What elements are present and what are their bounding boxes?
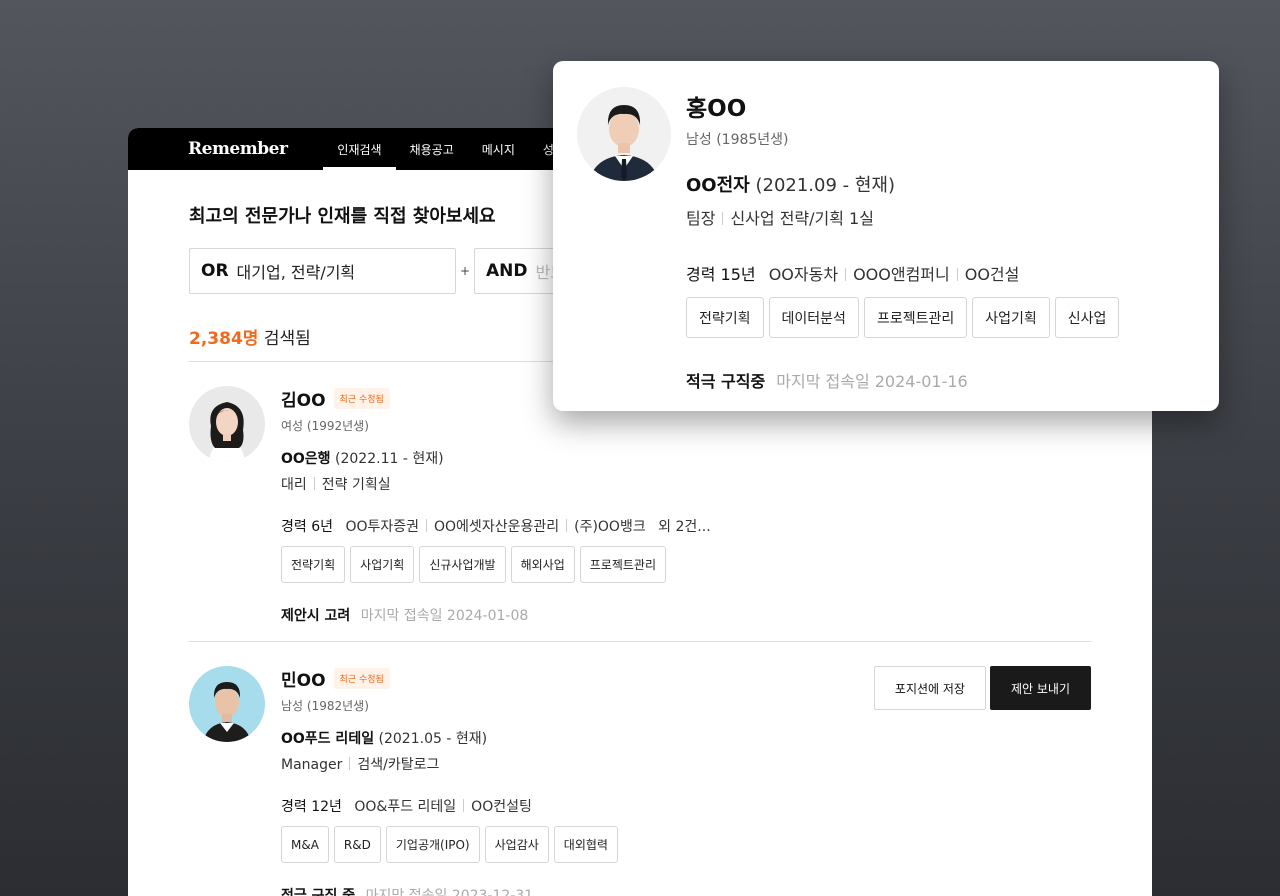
- candidate-preview-card[interactable]: 홍OO 남성 (1985년생) OO전자 (2021.09 - 현재) 팀장신사…: [553, 61, 1219, 411]
- preview-department: 신사업 전략/기획 1실: [730, 209, 874, 228]
- skill-tag[interactable]: 신사업: [1054, 297, 1120, 338]
- job-title: 대리: [281, 477, 307, 493]
- or-search-value: 대기업, 전략/기획: [236, 263, 356, 282]
- preview-period: (2021.09 - 현재): [755, 175, 896, 196]
- skill-tag[interactable]: 프로젝트관리: [579, 546, 667, 583]
- candidate-name[interactable]: 김OO: [281, 386, 326, 411]
- skill-tag[interactable]: 사업기획: [350, 546, 415, 583]
- candidate-avatar: [189, 386, 265, 462]
- skill-tag[interactable]: 데이터분석: [768, 297, 859, 338]
- last-login: 마지막 접속일 2023-12-31: [365, 888, 534, 896]
- candidate-card[interactable]: 민OO 최근 수정됨 남성 (1982년생) OO푸드 리테일 (2021.05…: [189, 642, 1091, 896]
- preview-name[interactable]: 홍OO: [686, 89, 1193, 123]
- skill-tag[interactable]: 신규사업개발: [419, 546, 506, 583]
- preview-career-company: OO자동차: [768, 265, 839, 284]
- remember-logo[interactable]: Remember: [188, 139, 288, 159]
- skill-tag[interactable]: 해외사업: [510, 546, 575, 583]
- job-seeking-status: 제안시 고려: [281, 608, 351, 624]
- skill-tags: M&A R&D 기업공개(IPO) 사업감사 대외협력: [281, 826, 1091, 863]
- preview-career-history: 경력 15년 OO자동차 OOO앤컴퍼니 OO건설: [686, 261, 1193, 285]
- skill-tag[interactable]: 기업공개(IPO): [385, 826, 480, 863]
- career-years: 경력 12년: [281, 799, 342, 815]
- skill-tags: 전략기획 사업기획 신규사업개발 해외사업 프로젝트관리: [281, 546, 1091, 583]
- skill-tag[interactable]: 대외협력: [553, 826, 618, 863]
- skill-tag[interactable]: 전략기획: [686, 297, 764, 338]
- candidate-avatar: [189, 666, 265, 742]
- preview-job-seeking-status: 적극 구직중: [686, 372, 766, 391]
- or-search-field[interactable]: OR 대기업, 전략/기획: [189, 248, 456, 294]
- preview-skill-tags: 전략기획 데이터분석 프로젝트관리 사업기획 신사업: [686, 297, 1193, 338]
- candidate-gender-age: 여성 (1992년생): [281, 419, 369, 433]
- career-company: OO컨설팅: [471, 799, 532, 815]
- result-count-number: 2,384명: [189, 329, 259, 349]
- skill-tag[interactable]: 전략기획: [281, 546, 346, 583]
- career-company: OO&푸드 리테일: [354, 799, 457, 815]
- plus-sign: +: [459, 264, 471, 278]
- preview-career-company: OO건설: [964, 265, 1020, 284]
- career-company: OO에셋자산운용관리: [434, 519, 560, 535]
- preview-avatar: [577, 87, 671, 181]
- skill-tag[interactable]: R&D: [333, 826, 381, 863]
- recently-updated-badge: 최근 수정됨: [333, 668, 390, 689]
- career-more: 외 2건...: [658, 519, 711, 535]
- current-company: OO푸드 리테일: [281, 731, 375, 747]
- skill-tag[interactable]: 프로젝트관리: [863, 297, 968, 338]
- save-to-position-button[interactable]: 포지션에 저장: [873, 666, 986, 710]
- nav-item-jobs[interactable]: 채용공고: [396, 128, 468, 170]
- career-company: OO투자증권: [345, 519, 420, 535]
- preview-gender-age: 남성 (1985년생): [686, 132, 789, 148]
- candidate-actions: 포지션에 저장 제안 보내기: [873, 666, 1091, 710]
- last-login: 마지막 접속일 2024-01-08: [360, 608, 529, 624]
- career-years: 경력 6년: [281, 519, 333, 535]
- nav-item-talent-search[interactable]: 인재검색: [323, 128, 396, 170]
- skill-tag[interactable]: M&A: [281, 826, 329, 863]
- career-company: (주)OO뱅크: [574, 519, 646, 535]
- recently-updated-badge: 최근 수정됨: [333, 388, 390, 409]
- current-company: OO은행: [281, 451, 331, 467]
- career-history: 경력 6년 OO투자증권 OO에셋자산운용관리 (주)OO뱅크 외 2건...: [281, 516, 1091, 536]
- preview-career-company: OOO앤컴퍼니: [853, 265, 950, 284]
- or-label: OR: [201, 261, 229, 281]
- job-title: Manager: [281, 757, 343, 773]
- preview-title: 팀장: [686, 209, 716, 228]
- preview-last-login: 마지막 접속일 2024-01-16: [776, 372, 968, 391]
- skill-tag[interactable]: 사업감사: [484, 826, 549, 863]
- result-count-suffix: 검색됨: [263, 329, 311, 349]
- department: 검색/카탈로그: [357, 757, 440, 773]
- nav-item-messages[interactable]: 메시지: [468, 128, 529, 170]
- career-history: 경력 12년 OO&푸드 리테일 OO컨설팅: [281, 796, 1091, 816]
- preview-career-years: 경력 15년: [686, 265, 756, 284]
- department: 전략 기획실: [321, 477, 391, 493]
- and-label: AND: [486, 261, 528, 281]
- job-seeking-status: 적극 구직 중: [281, 888, 356, 896]
- employment-period: (2021.05 - 현재): [378, 731, 488, 747]
- preview-company: OO전자: [686, 175, 750, 196]
- skill-tag[interactable]: 사업기획: [972, 297, 1050, 338]
- send-offer-button[interactable]: 제안 보내기: [989, 666, 1091, 710]
- candidate-name[interactable]: 민OO: [281, 666, 326, 691]
- employment-period: (2022.11 - 현재): [335, 451, 444, 467]
